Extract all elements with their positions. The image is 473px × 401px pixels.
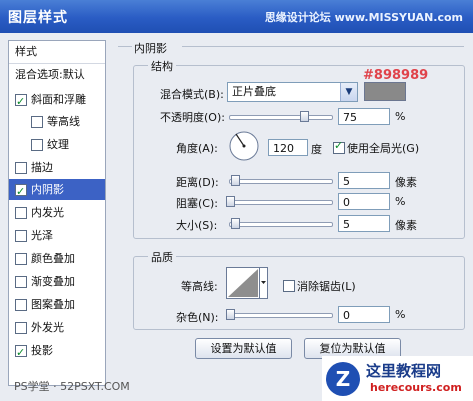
quality-title: 品质 <box>148 249 176 265</box>
distance-slider[interactable] <box>229 179 333 184</box>
angle-unit: 度 <box>311 143 322 156</box>
checkbox[interactable] <box>15 162 27 174</box>
style-item-texture[interactable]: 纹理 <box>9 134 105 155</box>
divider <box>118 46 132 47</box>
checkbox[interactable] <box>15 276 27 288</box>
checkbox[interactable] <box>15 230 27 242</box>
style-item-contour[interactable]: 等高线 <box>9 111 105 132</box>
global-light-label[interactable]: 使用全局光(G) <box>347 140 419 156</box>
style-item-gradient-overlay[interactable]: 渐变叠加 <box>9 271 105 292</box>
structure-title: 结构 <box>148 58 176 74</box>
size-label: 大小(S): <box>176 219 218 232</box>
blend-mode-select[interactable]: 正片叠底 ▼ <box>227 82 358 102</box>
checkbox[interactable] <box>31 139 43 151</box>
style-item-bevel[interactable]: 斜面和浮雕 <box>9 89 105 112</box>
checkbox[interactable] <box>15 91 27 112</box>
checkbox[interactable] <box>31 116 43 128</box>
opacity-slider[interactable] <box>229 115 333 120</box>
section-title: 内阴影 <box>134 42 167 55</box>
angle-label: 角度(A): <box>176 142 218 155</box>
angle-dial-icon[interactable] <box>228 130 260 162</box>
style-item-inner-shadow[interactable]: 内阴影 <box>9 179 105 202</box>
choke-input[interactable]: 0 <box>338 193 390 210</box>
noise-input[interactable]: 0 <box>338 306 390 323</box>
opacity-unit: % <box>395 110 406 123</box>
checkbox[interactable] <box>15 207 27 219</box>
antialias-label[interactable]: 消除锯齿(L) <box>297 278 356 294</box>
opacity-input[interactable]: 75 <box>338 108 390 125</box>
chevron-down-icon[interactable]: ▼ <box>340 83 357 101</box>
bottom-left-watermark: PS学堂 · 52PSXT.COM <box>14 380 130 393</box>
checkbox[interactable] <box>15 253 27 265</box>
choke-unit: % <box>395 195 406 208</box>
shadow-color-swatch[interactable] <box>364 82 406 101</box>
contour-picker[interactable] <box>226 267 268 299</box>
color-hex-annotation: #898989 <box>363 68 429 83</box>
style-item-pattern-overlay[interactable]: 图案叠加 <box>9 294 105 315</box>
noise-label: 杂色(N): <box>176 311 219 324</box>
window-title: 图层样式 <box>8 10 68 26</box>
styles-header[interactable]: 样式 <box>9 41 105 62</box>
divider <box>182 46 464 47</box>
style-item-outer-glow[interactable]: 外发光 <box>9 317 105 338</box>
section-header: 内阴影 <box>118 40 468 55</box>
blend-mode-label: 混合模式(B): <box>160 88 224 101</box>
choke-slider[interactable] <box>229 200 333 205</box>
distance-unit: 像素 <box>395 176 417 189</box>
noise-slider[interactable] <box>229 313 333 318</box>
size-slider-handle[interactable] <box>231 218 240 229</box>
styles-list: 样式 混合选项:默认 斜面和浮雕 等高线 纹理 描边 内阴影 内发光 光泽 颜色… <box>8 40 106 386</box>
size-unit: 像素 <box>395 219 417 232</box>
style-item-inner-glow[interactable]: 内发光 <box>9 202 105 223</box>
checkbox[interactable] <box>15 181 27 202</box>
style-item-color-overlay[interactable]: 颜色叠加 <box>9 248 105 269</box>
site-logo: Z 这里教程网 herecours.com <box>322 356 473 401</box>
site-url: herecours.com <box>370 381 462 394</box>
opacity-slider-handle[interactable] <box>300 111 309 122</box>
size-slider[interactable] <box>229 222 333 227</box>
distance-slider-handle[interactable] <box>231 175 240 186</box>
opacity-label: 不透明度(O): <box>160 111 225 124</box>
make-default-button[interactable]: 设置为默认值 <box>195 338 292 359</box>
blending-options-item[interactable]: 混合选项:默认 <box>9 63 105 85</box>
noise-slider-handle[interactable] <box>226 309 235 320</box>
checkbox[interactable] <box>15 322 27 334</box>
site-logo-icon: Z <box>326 362 360 396</box>
choke-label: 阻塞(C): <box>176 197 218 210</box>
global-light-checkbox[interactable] <box>333 139 345 154</box>
antialias-checkbox[interactable] <box>283 280 295 292</box>
distance-label: 距离(D): <box>176 176 219 189</box>
style-item-drop-shadow[interactable]: 投影 <box>9 340 105 363</box>
size-input[interactable]: 5 <box>338 215 390 232</box>
noise-unit: % <box>395 308 406 321</box>
checkbox[interactable] <box>15 342 27 363</box>
style-item-stroke[interactable]: 描边 <box>9 157 105 178</box>
svg-text:Z: Z <box>336 367 351 391</box>
contour-label: 等高线: <box>181 280 218 293</box>
checkbox[interactable] <box>15 299 27 311</box>
watermark-text: 思缘设计论坛 www.MISSYUAN.com <box>264 11 463 24</box>
angle-input[interactable]: 120 <box>268 139 308 156</box>
style-item-satin[interactable]: 光泽 <box>9 225 105 246</box>
distance-input[interactable]: 5 <box>338 172 390 189</box>
choke-slider-handle[interactable] <box>226 196 235 207</box>
title-bar: 图层样式 思缘设计论坛 www.MISSYUAN.com <box>0 0 473 33</box>
site-name: 这里教程网 <box>366 362 442 380</box>
